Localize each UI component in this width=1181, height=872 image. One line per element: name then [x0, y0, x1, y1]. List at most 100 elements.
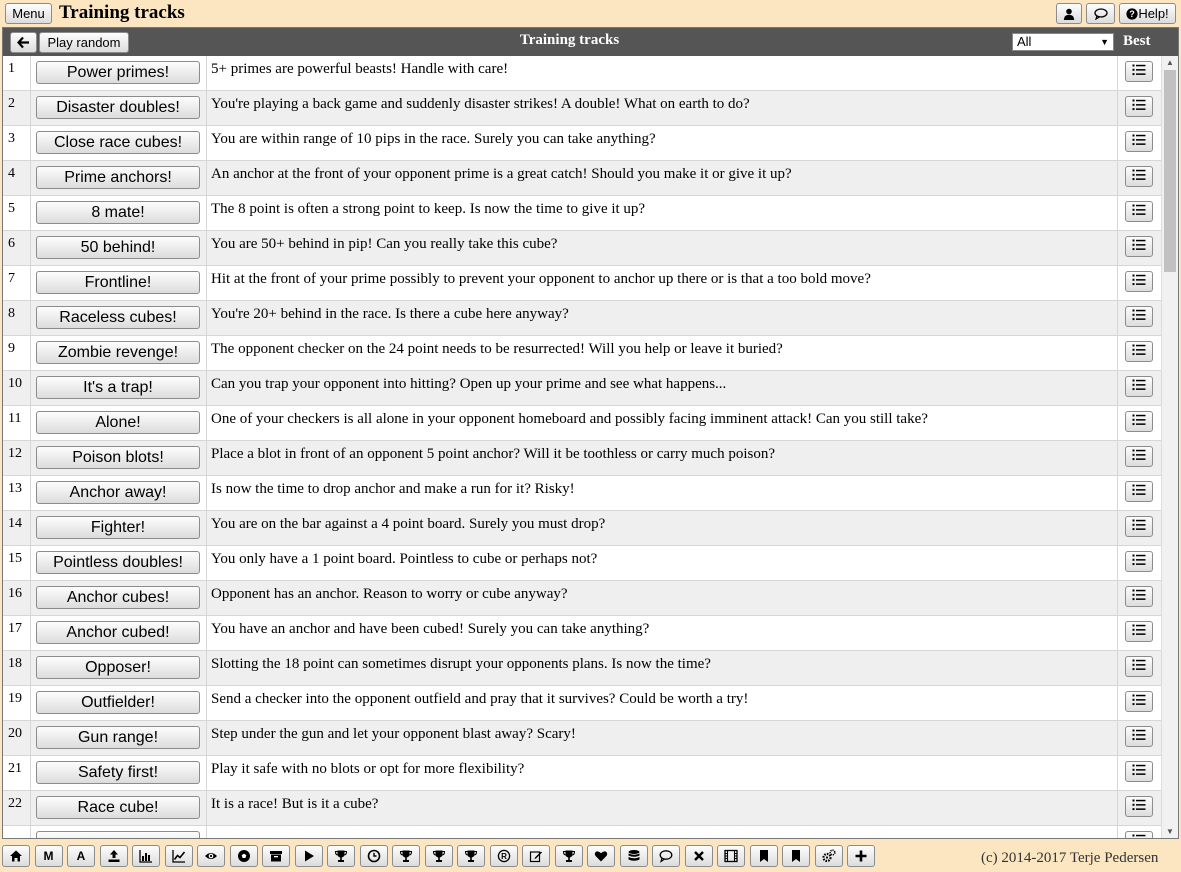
column-divider: [30, 126, 31, 161]
toolbar-button-trophy[interactable]: [554, 845, 583, 867]
toolbar-button-registered[interactable]: R: [489, 845, 518, 867]
best-list-button[interactable]: [1125, 96, 1153, 117]
toolbar-button-upload[interactable]: [99, 845, 128, 867]
toolbar-button-plus[interactable]: [847, 845, 875, 867]
chat-button[interactable]: [1086, 3, 1115, 24]
track-button[interactable]: Zombie revenge!: [36, 341, 200, 364]
track-button[interactable]: Opposer!: [36, 656, 200, 679]
toolbar-button-close[interactable]: [684, 845, 713, 867]
track-button[interactable]: Close race cubes!: [36, 131, 200, 154]
best-list-button[interactable]: [1125, 271, 1153, 292]
best-list-button[interactable]: [1125, 481, 1153, 502]
toolbar-button-comment[interactable]: [652, 845, 680, 867]
toolbar-button-archive[interactable]: [262, 845, 290, 867]
toolbar-button-bookmark[interactable]: [782, 845, 810, 867]
column-divider: [206, 441, 207, 476]
track-button[interactable]: Fighter!: [36, 516, 200, 539]
list-icon: [1132, 204, 1146, 219]
edit-icon: [529, 849, 543, 863]
toolbar-button-play[interactable]: [294, 845, 323, 867]
track-button[interactable]: Anchor cubes!: [36, 586, 200, 609]
toolbar-button-trophy[interactable]: [392, 845, 420, 867]
user-button[interactable]: [1056, 3, 1082, 24]
track-description: The opponent checker on the 24 point nee…: [211, 341, 783, 357]
toolbar-button-edit[interactable]: [522, 845, 550, 867]
track-button[interactable]: 8 mate!: [36, 201, 200, 224]
scrollbar-thumb[interactable]: [1164, 70, 1176, 272]
toolbar-button-trophy[interactable]: [327, 845, 355, 867]
best-list-button[interactable]: [1125, 761, 1153, 782]
scroll-up-icon[interactable]: ▲: [1166, 58, 1174, 67]
table-row: 5 8 mate! The 8 point is often a strong po…: [3, 196, 1161, 231]
column-divider: [30, 161, 31, 196]
best-list-button[interactable]: [1125, 551, 1153, 572]
column-divider: [30, 371, 31, 406]
best-list-button[interactable]: [1125, 61, 1153, 82]
track-button[interactable]: Prime anchors!: [36, 166, 200, 189]
track-button[interactable]: Gun range!: [36, 726, 200, 749]
toolbar-button-bookmark[interactable]: [749, 845, 778, 867]
track-button[interactable]: Raceless cubes!: [36, 306, 200, 329]
filter-value: All: [1017, 34, 1032, 49]
track-description: It is a race! But is it a cube?: [211, 796, 379, 812]
track-button[interactable]: Alone!: [36, 411, 200, 434]
toolbar-button-clock[interactable]: [359, 845, 388, 867]
toolbar-button-m[interactable]: M: [34, 845, 63, 867]
track-description: You are within range of 10 pips in the r…: [211, 131, 656, 147]
toolbar-button-bar-chart[interactable]: [132, 845, 160, 867]
track-button[interactable]: [36, 831, 200, 838]
best-list-button[interactable]: [1125, 831, 1153, 838]
app-title: Training tracks: [59, 2, 185, 23]
menu-button[interactable]: Menu: [5, 3, 52, 24]
track-button[interactable]: Race cube!: [36, 796, 200, 819]
table-row: 11 Alone! One of your checkers is all alon…: [3, 406, 1161, 441]
help-icon: ?: [1126, 7, 1138, 20]
toolbar-button-trophy[interactable]: [424, 845, 453, 867]
track-button[interactable]: Disaster doubles!: [36, 96, 200, 119]
help-button[interactable]: ? Help!: [1119, 3, 1176, 24]
track-button[interactable]: Poison blots!: [36, 446, 200, 469]
best-list-button[interactable]: [1125, 796, 1153, 817]
table-row: 20 Gun range! Step under the gun and let y…: [3, 721, 1161, 756]
track-button[interactable]: Anchor cubed!: [36, 621, 200, 644]
best-list-button[interactable]: [1125, 726, 1153, 747]
toolbar-button-a[interactable]: A: [67, 845, 95, 867]
best-list-button[interactable]: [1125, 131, 1153, 152]
best-list-button[interactable]: [1125, 306, 1153, 327]
best-list-button[interactable]: [1125, 446, 1153, 467]
toolbar-button-line-chart[interactable]: [164, 845, 193, 867]
filter-select[interactable]: All ▼: [1012, 33, 1114, 51]
play-icon: [302, 849, 316, 863]
best-list-button[interactable]: [1125, 411, 1153, 432]
best-list-button[interactable]: [1125, 201, 1153, 222]
track-button[interactable]: Outfielder!: [36, 691, 200, 714]
toolbar-button-database[interactable]: [619, 845, 648, 867]
best-list-button[interactable]: [1125, 236, 1153, 257]
track-button[interactable]: Anchor away!: [36, 481, 200, 504]
best-list-button[interactable]: [1125, 691, 1153, 712]
best-list-button[interactable]: [1125, 586, 1153, 607]
scroll-down-icon[interactable]: ▼: [1166, 827, 1174, 836]
best-list-button[interactable]: [1125, 166, 1153, 187]
track-button[interactable]: Frontline!: [36, 271, 200, 294]
best-list-button[interactable]: [1125, 376, 1153, 397]
best-list-button[interactable]: [1125, 621, 1153, 642]
best-list-button[interactable]: [1125, 341, 1153, 362]
best-list-button[interactable]: [1125, 516, 1153, 537]
track-button[interactable]: It's a trap!: [36, 376, 200, 399]
best-list-button[interactable]: [1125, 656, 1153, 677]
track-button[interactable]: 50 behind!: [36, 236, 200, 259]
toolbar-button-soccer-ball[interactable]: [229, 845, 258, 867]
toolbar-button-film[interactable]: [717, 845, 745, 867]
track-button[interactable]: Pointless doubles!: [36, 551, 200, 574]
column-divider: [206, 406, 207, 441]
track-button[interactable]: Power primes!: [36, 61, 200, 84]
toolbar-button-trophy[interactable]: [457, 845, 485, 867]
toolbar-button-cogs[interactable]: [814, 845, 843, 867]
toolbar-button-heart[interactable]: [587, 845, 615, 867]
scrollbar[interactable]: ▲ ▼: [1161, 56, 1178, 838]
toolbar-button-eye[interactable]: [197, 845, 225, 867]
track-button[interactable]: Safety first!: [36, 761, 200, 784]
column-divider: [1117, 301, 1118, 336]
toolbar-button-home[interactable]: [2, 845, 30, 867]
